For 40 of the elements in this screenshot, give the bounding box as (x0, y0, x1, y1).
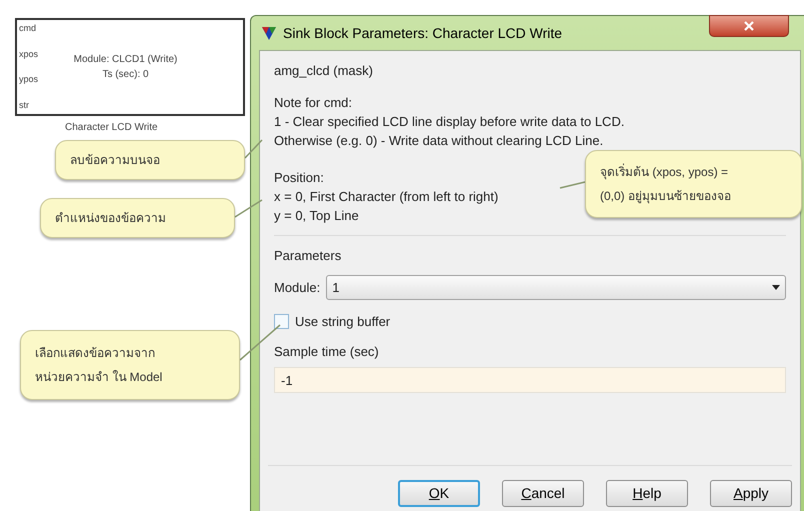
port-label: str (19, 98, 30, 112)
description-text: y = 0, Top Line (274, 206, 359, 224)
callout-text: จุดเริ่มต้น (xpos, ypos) = (600, 163, 730, 181)
port-label: ypos (19, 73, 38, 86)
leader-line (560, 181, 586, 189)
leader-line (244, 139, 263, 159)
callout-text: เลือกแสดงข้อความจาก (35, 345, 156, 362)
module-dropdown[interactable]: 1 (326, 275, 786, 300)
port-label: cmd (19, 22, 38, 35)
leader-line (234, 199, 262, 218)
description-text: Position: (274, 168, 324, 186)
close-button[interactable] (709, 15, 789, 37)
callout-text: ลบข้อความบนจอ (70, 152, 161, 169)
callout-text: หน่วยความจำ ใน Model (35, 369, 164, 386)
block-caption: Character LCD Write (65, 121, 158, 135)
checkbox[interactable] (274, 314, 289, 330)
section-title: Parameters (274, 246, 342, 264)
app-icon (261, 25, 277, 41)
dialog-button[interactable]: Help (606, 480, 688, 507)
mask-title: amg_clcd (mask) (274, 62, 374, 80)
description-text: x = 0, First Character (from left to right) (274, 188, 498, 206)
dialog-button[interactable]: OK (398, 480, 480, 507)
close-icon (744, 21, 754, 31)
dialog-button[interactable]: Apply (710, 480, 792, 507)
callout-text: ตำแหน่งของข้อความ (55, 210, 167, 227)
block-text: Ts (sec): 0 (102, 68, 149, 82)
block-text: Module: CLCD1 (Write) (74, 53, 178, 67)
caret-icon (772, 285, 780, 290)
window-title: Sink Block Parameters: Character LCD Write (283, 24, 562, 42)
description-text: Otherwise (e.g. 0) - Write data without clearing LCD Line. (274, 132, 604, 150)
sample-time-field[interactable]: -1 (274, 367, 786, 393)
description-text: 1 - Clear specified LCD line display before write data to LCD. (274, 112, 624, 130)
description-text: Note for cmd: (274, 94, 352, 112)
field-label: Sample time (sec) (274, 342, 380, 361)
callout-text: (0,0) อยู่มุมบนซ้ายของจอ (600, 188, 732, 205)
dropdown-value: 1 (332, 278, 340, 297)
field-label: Module: (274, 278, 320, 297)
checkbox-label: Use string buffer (295, 313, 390, 331)
dialog-button[interactable]: Cancel (502, 480, 584, 507)
port-label: xpos (19, 48, 38, 61)
